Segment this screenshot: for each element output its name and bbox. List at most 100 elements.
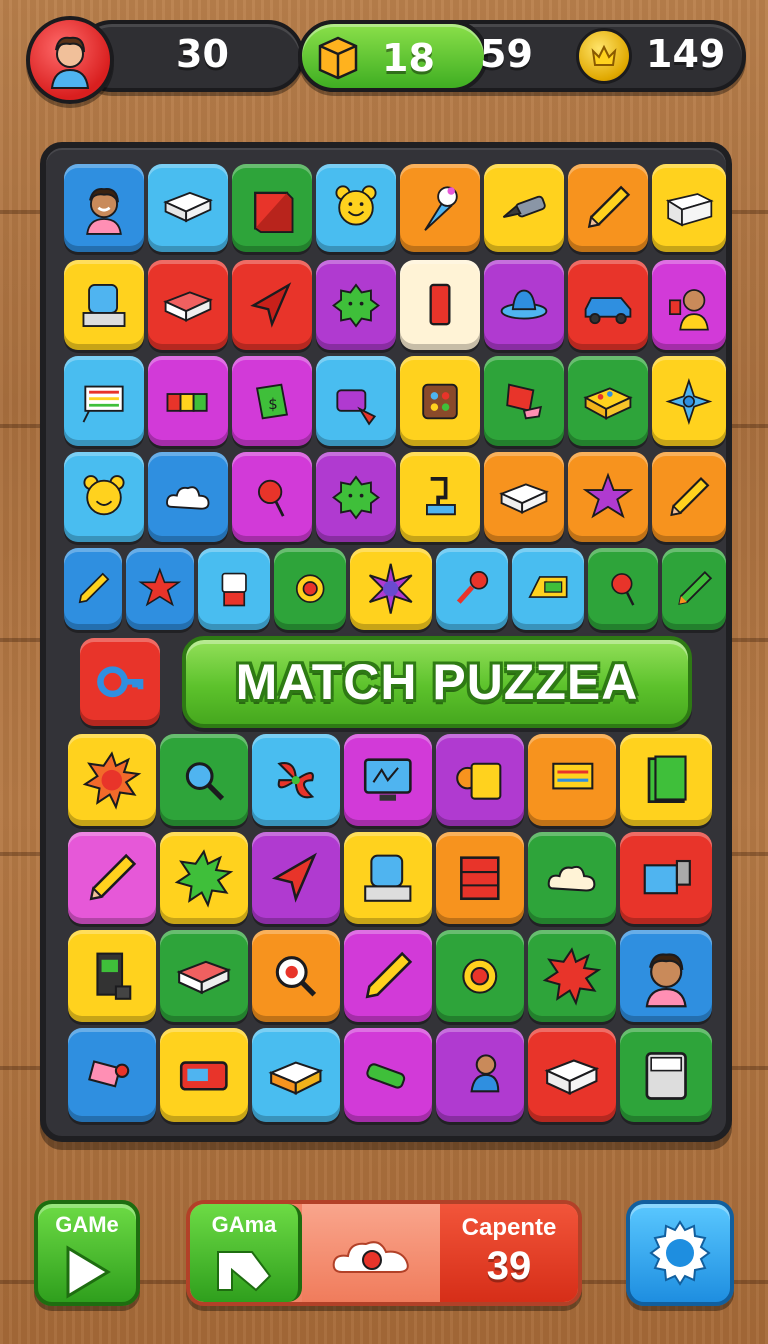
tile-book-2[interactable] (148, 260, 228, 350)
game-mode-button[interactable]: GAma (190, 1204, 302, 1302)
player-score: 30 (176, 32, 229, 76)
tile-abacus-2[interactable] (528, 734, 616, 826)
capente-counter[interactable]: Capente 39 (440, 1204, 578, 1302)
game-play-button[interactable]: GAMe (34, 1200, 140, 1306)
tile-star[interactable] (568, 452, 648, 542)
sun-icon (82, 750, 142, 810)
tile-palette[interactable] (400, 356, 480, 446)
tile-cloud-2[interactable] (528, 832, 616, 924)
avatar-button[interactable] (26, 16, 114, 104)
tile-radio[interactable] (160, 1028, 248, 1122)
tile-gamebox[interactable] (568, 356, 648, 446)
tile-bear[interactable] (316, 164, 396, 252)
tile-spark[interactable] (350, 548, 432, 630)
flag-icon (217, 1251, 272, 1292)
settings-button[interactable] (626, 1200, 734, 1306)
pencil-icon (365, 951, 413, 999)
gadget-icon (336, 388, 377, 426)
tile-flag[interactable] (484, 356, 564, 446)
tile-keyboard[interactable] (512, 548, 584, 630)
tile-machine[interactable] (64, 260, 144, 350)
tile-printer[interactable] (652, 164, 726, 252)
tile-marker[interactable] (344, 1028, 432, 1122)
tile-cloud[interactable] (148, 452, 228, 542)
tile-flower[interactable] (652, 356, 726, 446)
svg-text:$: $ (268, 394, 278, 412)
tile-gear[interactable] (274, 548, 346, 630)
coin-count: 149 (646, 32, 726, 76)
tile-bear-2[interactable] (64, 452, 144, 542)
tile-car[interactable] (568, 260, 648, 350)
tile-cake[interactable] (252, 1028, 340, 1122)
tile-register[interactable] (436, 734, 524, 826)
cloud-indicator (302, 1204, 444, 1302)
tile-person[interactable] (652, 260, 726, 350)
kite-icon (272, 852, 318, 903)
tile-key[interactable] (80, 638, 160, 726)
top-hud: 30 18 59 149 (26, 16, 746, 104)
blocks-counter[interactable]: 18 (298, 20, 488, 92)
tile-blob[interactable] (316, 260, 396, 350)
tile-pin-3[interactable] (588, 548, 658, 630)
tile-calculator[interactable] (620, 1028, 712, 1122)
flower-icon (665, 377, 713, 425)
book-icon (163, 192, 213, 223)
keyboard-icon (528, 576, 568, 599)
tile-hat[interactable] (484, 260, 564, 350)
tile-arcade[interactable] (68, 930, 156, 1022)
tile-pencil-6[interactable] (344, 930, 432, 1022)
tile-domino[interactable] (400, 260, 480, 350)
printer-icon (666, 193, 714, 227)
tile-blocks[interactable] (148, 356, 228, 446)
tile-cabinet[interactable] (436, 832, 524, 924)
tile-face[interactable] (64, 164, 144, 252)
pin-icon (258, 479, 285, 517)
tile-kite[interactable] (232, 260, 312, 350)
tile-toy[interactable] (68, 1028, 156, 1122)
tile-book-5[interactable] (160, 930, 248, 1022)
tile-box[interactable] (232, 164, 312, 252)
tile-gear-2[interactable] (436, 930, 524, 1022)
tile-cone[interactable] (400, 164, 480, 252)
title-banner: MATCH PUZZEA (182, 636, 692, 728)
tile-book-4[interactable] (620, 734, 712, 826)
tile-sun[interactable] (68, 734, 156, 826)
radio-icon (180, 1061, 228, 1091)
tile-pin-2[interactable] (436, 548, 508, 630)
tile-sun-2[interactable] (160, 832, 248, 924)
tile-gadget[interactable] (316, 356, 396, 446)
tile-lamp[interactable] (400, 452, 480, 542)
capente-label: Capente (461, 1214, 557, 1241)
tile-magnifier[interactable] (160, 734, 248, 826)
tile-baby[interactable] (436, 1028, 524, 1122)
tile-magnifier-2[interactable] (252, 930, 340, 1022)
tile-fan[interactable] (252, 734, 340, 826)
tile-pencil-3[interactable] (64, 548, 122, 630)
pin-icon (456, 571, 488, 605)
tile-book-3[interactable] (484, 452, 564, 542)
tile-cards[interactable] (528, 1028, 616, 1122)
tile-pencil-4[interactable] (662, 548, 726, 630)
tile-pencil[interactable] (568, 164, 648, 252)
tile-tool[interactable] (484, 164, 564, 252)
tile-star-2[interactable] (126, 548, 194, 630)
tile-pencil-5[interactable] (68, 832, 156, 924)
hat-icon (500, 289, 548, 319)
play-icon (66, 1245, 111, 1299)
tile-book[interactable] (148, 164, 228, 252)
tile-pin[interactable] (232, 452, 312, 542)
tile-pencil-2[interactable] (652, 452, 726, 542)
tile-monitor[interactable] (344, 734, 432, 826)
tile-money[interactable]: $ (232, 356, 312, 446)
tile-sun-3[interactable] (528, 930, 616, 1022)
star-icon (138, 567, 182, 607)
tile-robot[interactable] (198, 548, 270, 630)
tile-kite-2[interactable] (252, 832, 340, 924)
palette-icon (422, 383, 458, 419)
tile-face-2[interactable] (620, 930, 712, 1022)
tile-engine[interactable] (620, 832, 712, 924)
tile-blob-2[interactable] (316, 452, 396, 542)
tile-machine-2[interactable] (344, 832, 432, 924)
tile-abacus[interactable] (64, 356, 144, 446)
sun-icon (542, 946, 602, 1006)
